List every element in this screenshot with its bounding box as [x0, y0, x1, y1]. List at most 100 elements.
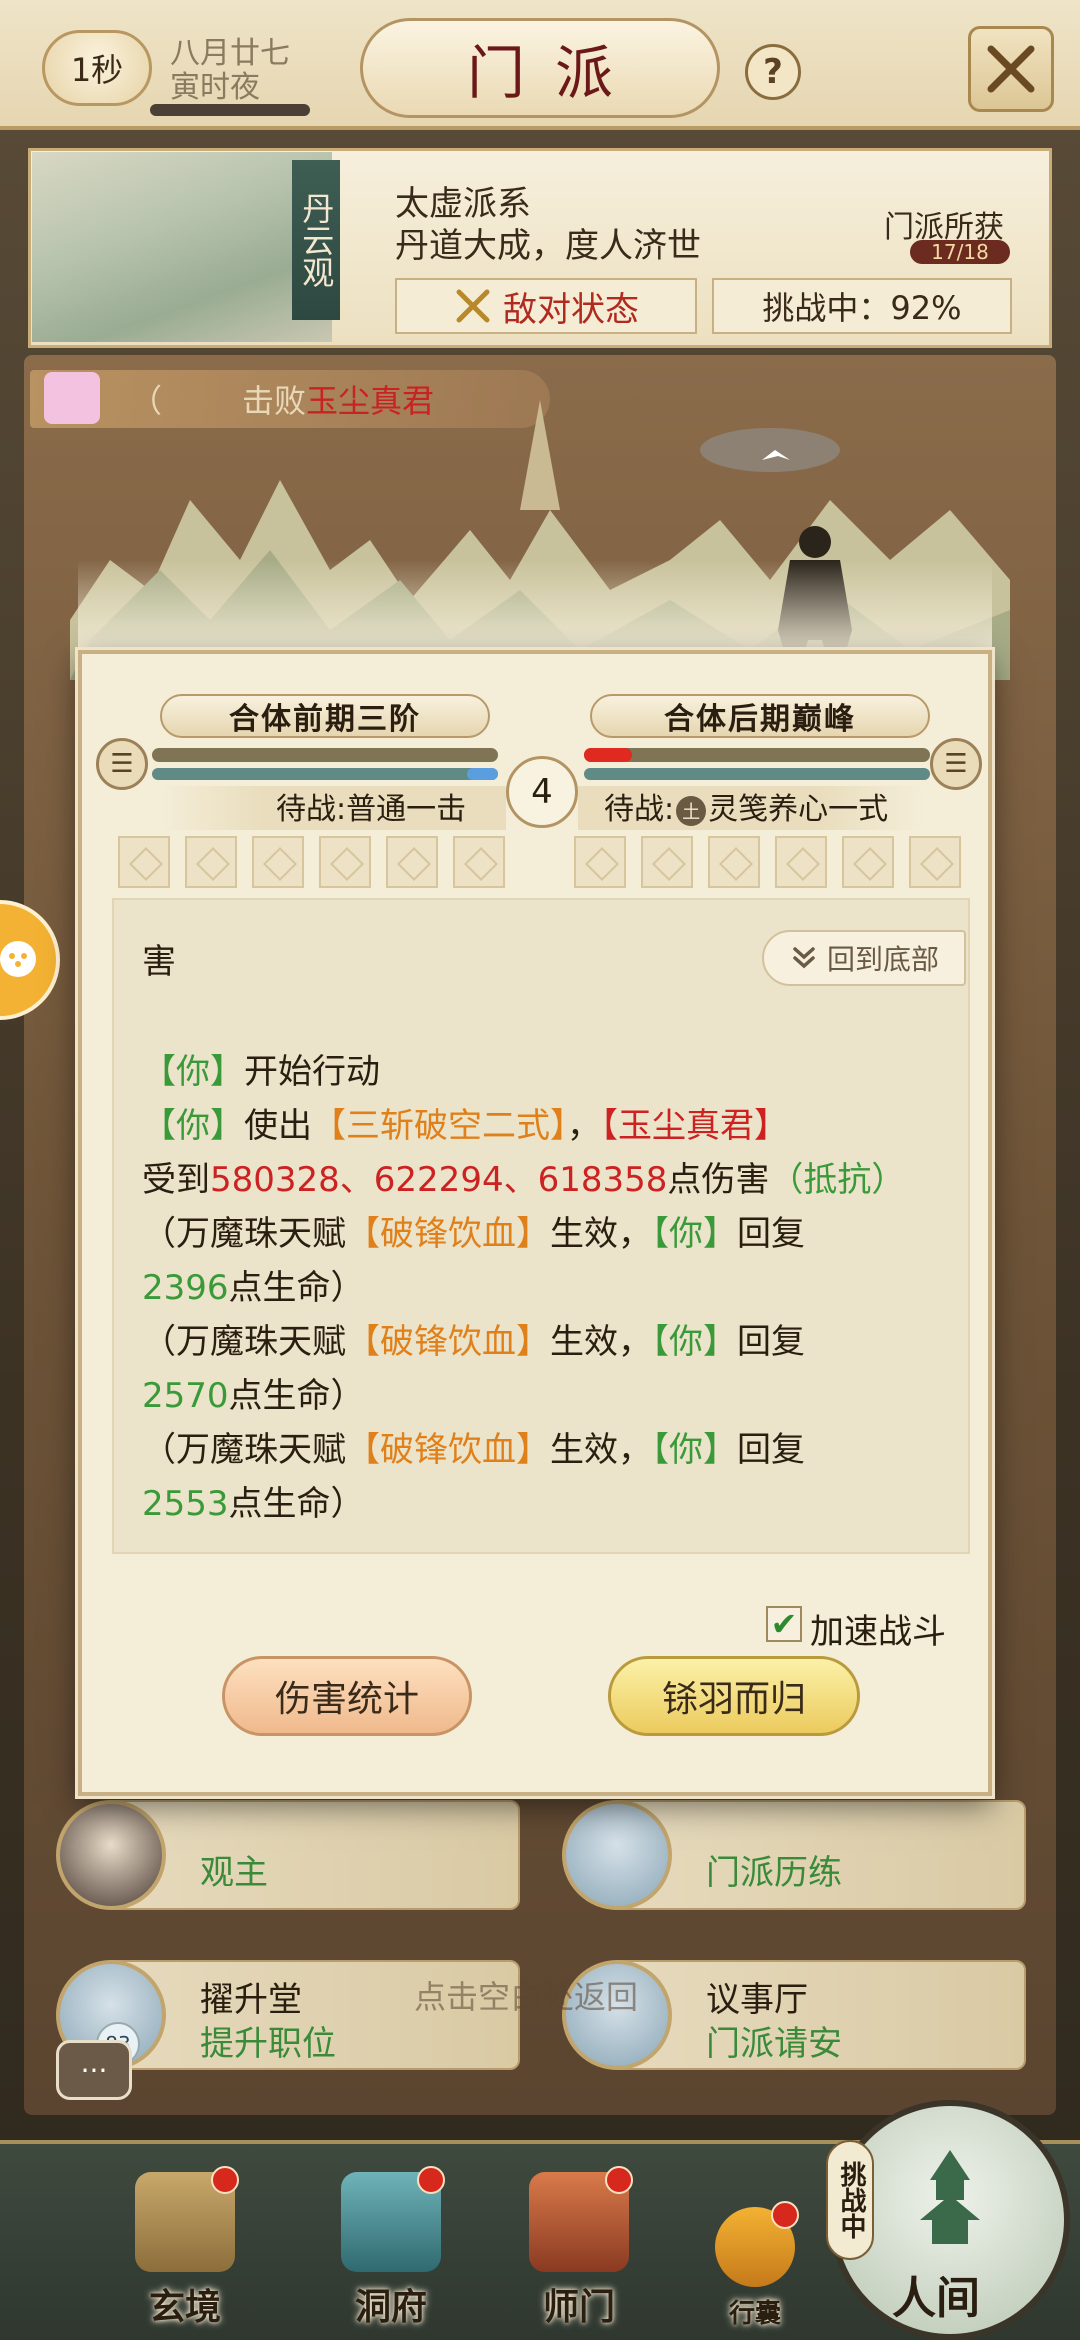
notification-dot: [771, 2201, 799, 2229]
hostile-status-box[interactable]: 敌对状态: [395, 278, 697, 334]
nav-label: 洞府: [354, 2286, 427, 2328]
back-to-bottom-label: 回到底部: [826, 943, 939, 976]
enemy-hp-fill: [584, 748, 632, 762]
log-text: 受到: [142, 1160, 210, 1200]
nav-item-realm[interactable]: 玄境: [110, 2160, 260, 2330]
page-title: 门派: [360, 18, 720, 118]
sect-tag-text: 丹云观: [297, 192, 336, 288]
building-subtitle-master: 观主: [200, 1853, 268, 1893]
sect-motto: 丹道大成，度人济世: [395, 226, 701, 266]
log-skill: 【三斩破空二式】: [312, 1106, 567, 1146]
back-to-bottom-button[interactable]: 回到底部: [762, 930, 966, 986]
enemy-buff-slot: [641, 836, 693, 888]
speed-battle-label[interactable]: 加速战斗: [810, 1604, 946, 1653]
world-label: 人间: [892, 2273, 980, 2324]
enemy-wait-skill: 灵笺养心一式: [708, 792, 889, 827]
log-talent: 【破锋饮血】: [346, 1322, 550, 1362]
bag-icon: [715, 2201, 799, 2287]
nav-item-cave[interactable]: 洞府: [316, 2160, 466, 2330]
log-you: 【你】: [652, 1214, 737, 1254]
time-progress-bar: [150, 104, 310, 116]
nav-item-bag[interactable]: 行囊: [680, 2160, 830, 2330]
enemy-buff-slot: [574, 836, 626, 888]
hostile-status-text: 敌对状态: [503, 289, 639, 330]
enemy-realm-plate: 合体后期巅峰: [590, 694, 930, 738]
chat-button[interactable]: ···: [56, 2040, 132, 2100]
log-line: 【你】使出【三斩破空二式】，【玉尘真君】: [142, 1098, 788, 1147]
log-text: （万魔珠天赋: [142, 1430, 346, 1470]
player-next-action: 待战:普通一击: [276, 792, 467, 827]
log-you: 【你】: [652, 1322, 737, 1362]
pagoda-icon: [920, 2150, 980, 2244]
round-counter: 4: [506, 756, 578, 828]
log-line: 2570点生命）: [142, 1368, 365, 1417]
chat-icon: ···: [80, 2053, 108, 2087]
sect-name-tag: 丹云观: [292, 160, 340, 320]
log-text: 点生命）: [228, 1376, 365, 1416]
player-mp-fill: [467, 768, 498, 780]
player-mp-bar: [152, 768, 498, 780]
enemy-mp-bar: [584, 768, 930, 780]
scroll-icon: [135, 2166, 239, 2272]
log-damage-values: 580328、622294、618358: [210, 1160, 668, 1200]
log-text: 回复: [737, 1430, 805, 1470]
log-you: 【你】: [142, 1106, 244, 1146]
nav-label: 玄境: [148, 2286, 221, 2328]
log-text: 生效，: [550, 1322, 652, 1362]
player-buff-slot: [118, 836, 170, 888]
log-heal-value: 2570: [142, 1376, 229, 1416]
log-text: （万魔珠天赋: [142, 1322, 346, 1362]
log-talent: 【破锋饮血】: [346, 1214, 550, 1254]
log-text: 点生命）: [228, 1268, 365, 1308]
player-buff-slot: [386, 836, 438, 888]
player-info-button[interactable]: ☰: [96, 738, 148, 790]
sect-gain-progress: 17/18: [910, 240, 1010, 264]
log-text: 生效，: [550, 1214, 652, 1254]
challenging-tag: 挑战中: [826, 2140, 874, 2260]
log-text: 点伤害: [667, 1160, 770, 1200]
log-heal-value: 2396: [142, 1268, 229, 1308]
log-you: 【你】: [142, 1052, 244, 1092]
nav-item-sect[interactable]: 师门: [504, 2160, 654, 2330]
building-subtitle-council: 门派请安: [706, 2024, 842, 2064]
player-buff-slot: [252, 836, 304, 888]
pavilion-icon: [341, 2166, 445, 2272]
log-text: 生效，: [550, 1430, 652, 1470]
gamepad-icon: [0, 941, 36, 977]
player-hp-bar: [152, 748, 498, 762]
notification-dot: [417, 2166, 445, 2194]
log-text: 使出: [244, 1106, 312, 1146]
speed-battle-checkbox[interactable]: ✔: [766, 1605, 802, 1643]
log-text: （万魔珠天赋: [142, 1214, 346, 1254]
close-icon: [987, 45, 1035, 93]
retreat-button[interactable]: 铩羽而归: [608, 1656, 860, 1736]
player-realm-plate: 合体前期三阶: [160, 694, 490, 738]
earth-element-icon: 土: [676, 795, 707, 826]
sect-landscape-image: [32, 152, 332, 342]
master-avatar: [56, 1800, 166, 1910]
timer-badge: 1秒: [42, 30, 152, 106]
scroll-icon: ☰: [110, 749, 134, 779]
damage-stats-button[interactable]: 伤害统计: [222, 1656, 472, 1736]
notification-dot: [211, 2166, 239, 2194]
enemy-buff-slot: [708, 836, 760, 888]
log-heal-value: 2553: [142, 1484, 229, 1524]
banner-icon: [529, 2166, 633, 2272]
enemy-info-button[interactable]: ☰: [930, 738, 982, 790]
log-line: 害: [142, 942, 176, 982]
building-subtitle-promotion: 提升职位: [200, 2024, 336, 2064]
challenge-status-box: 挑战中：92%: [712, 278, 1012, 334]
double-chevron-down-icon: [793, 947, 815, 969]
log-line: 2553点生命）: [142, 1476, 365, 1525]
enemy-buff-slot: [842, 836, 894, 888]
challenging-text: 挑战中: [835, 2161, 866, 2239]
player-buff-slot: [453, 836, 505, 888]
enemy-buff-slot: [909, 836, 961, 888]
help-button[interactable]: ?: [745, 44, 801, 100]
building-subtitle-training: 门派历练: [706, 1853, 842, 1893]
close-button[interactable]: [968, 26, 1054, 112]
log-line: （万魔珠天赋【破锋饮血】生效，【你】回复: [142, 1422, 805, 1471]
notification-dot: [605, 2166, 633, 2194]
building-title-promotion: 擢升堂: [200, 1980, 302, 2020]
checkmark-icon: ✔: [770, 1605, 798, 1643]
